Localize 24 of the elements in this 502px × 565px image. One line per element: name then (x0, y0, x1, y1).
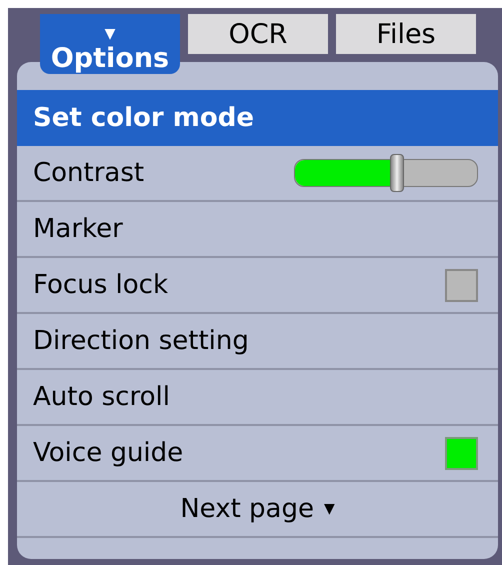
menu-label: Direction setting (33, 324, 249, 358)
menu-item[interactable]: Contrast (17, 146, 498, 202)
menu-item[interactable]: Marker (17, 202, 498, 258)
menu-label: Voice guide (33, 436, 184, 470)
tab-label: Options (50, 45, 170, 72)
checkbox[interactable] (445, 436, 478, 470)
menu-item[interactable]: Voice guide (17, 426, 498, 482)
menu-item[interactable]: Auto scroll (17, 370, 498, 426)
menu-label: Auto scroll (33, 380, 170, 414)
menu-label: Marker (33, 212, 123, 246)
menu-label: Contrast (33, 156, 144, 190)
menu-item[interactable]: Focus lock (17, 258, 498, 314)
tab[interactable]: ▼ Options (40, 14, 180, 74)
contrast-slider[interactable] (294, 153, 478, 193)
menu-item[interactable]: Direction setting (17, 314, 498, 370)
checkbox[interactable] (445, 268, 478, 302)
tab[interactable]: Files (336, 14, 476, 54)
menu-item[interactable]: Set color mode (17, 90, 498, 146)
next-page-button[interactable]: Next page ▼ (172, 490, 343, 528)
tab[interactable]: OCR (188, 14, 328, 54)
tab-marker: ▼ (104, 27, 116, 41)
slider-thumb[interactable] (390, 154, 404, 192)
menu-label: Focus lock (33, 268, 168, 302)
menu-label: Set color mode (33, 102, 254, 134)
